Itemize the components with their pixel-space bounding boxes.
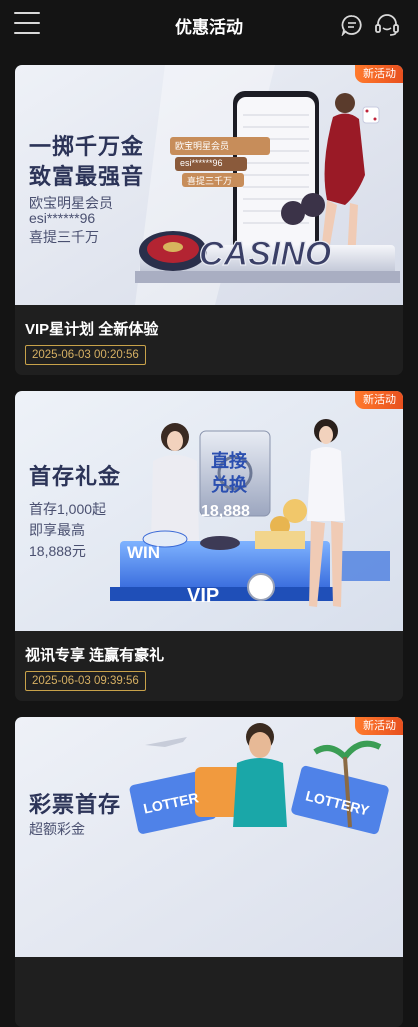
safe-text: 兑换 — [211, 475, 247, 495]
banner-text: 首存1,000起 — [29, 501, 107, 517]
chat-icon[interactable] — [341, 14, 363, 37]
promo-title: 视讯专享 连赢有豪礼 — [25, 647, 165, 664]
top-bar: 优惠活动 — [0, 0, 418, 50]
promo-card[interactable]: 彩票首存 超额彩金 LOTTER LOTTERY 新活动 — [15, 717, 403, 1027]
banner-headline: 首存礼金 — [29, 464, 122, 489]
customer-service-icon[interactable] — [374, 13, 400, 37]
banner-headline: 彩票首存 — [29, 792, 122, 817]
banner-text: 喜提三千万 — [29, 229, 99, 245]
promo-card[interactable]: 首存礼金 首存1,000起 即享最高 18,888元 直接 兑换 18,888 … — [15, 391, 403, 701]
sign-text: 欧宝明星会员 — [175, 141, 230, 151]
promo-timestamp: 2025-06-03 09:39:56 — [25, 671, 146, 691]
promo-timestamp: 2025-06-03 00:20:56 — [25, 345, 146, 365]
promo-title: VIP星计划 全新体验 — [25, 321, 159, 338]
new-activity-badge: 新活动 — [355, 391, 403, 409]
new-activity-badge: 新活动 — [355, 65, 403, 83]
sign-text: esi******96 — [180, 158, 223, 168]
banner-text: 18,888元 — [29, 543, 86, 559]
promo-banner-image: CASINO 一掷千万金 致富最强音 欧宝明星会员 esi******96 喜提… — [15, 65, 403, 305]
amount-text: 18,888 — [201, 503, 250, 520]
banner-headline: 致富最强音 — [29, 164, 145, 189]
svg-text:CASINO: CASINO — [199, 235, 331, 273]
sign-text: 喜提三千万 — [187, 176, 233, 186]
banner-text: 即享最高 — [29, 522, 85, 538]
vip-text: VIP — [187, 585, 220, 607]
promo-banner-image: 首存礼金 首存1,000起 即享最高 18,888元 直接 兑换 18,888 … — [15, 391, 403, 631]
safe-text: 直接 — [211, 451, 247, 471]
banner-text: esi******96 — [29, 210, 96, 226]
banner-headline: 一掷千万金 — [29, 134, 145, 159]
win-text: WIN — [127, 543, 161, 562]
new-activity-badge: 新活动 — [355, 717, 403, 735]
banner-text: 超额彩金 — [29, 821, 85, 837]
promo-card[interactable]: CASINO 一掷千万金 致富最强音 欧宝明星会员 esi******96 喜提… — [15, 65, 403, 375]
promo-banner-image: 彩票首存 超额彩金 LOTTER LOTTERY — [15, 717, 403, 957]
